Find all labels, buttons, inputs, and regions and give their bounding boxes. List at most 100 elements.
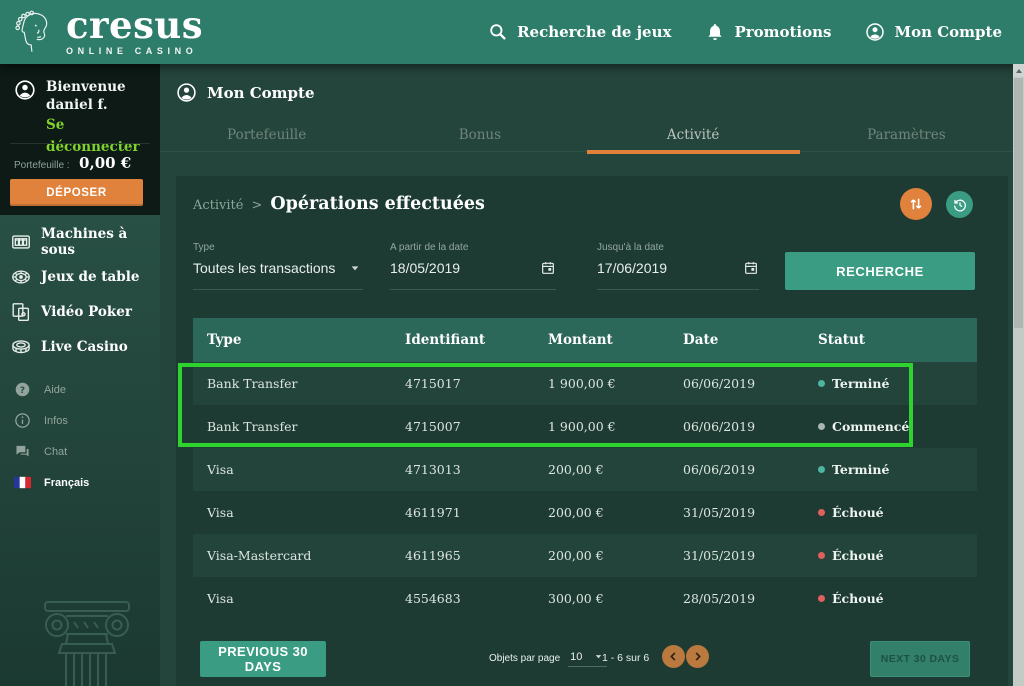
activity-panel: Activité > Opérations effectuées Type To…	[176, 176, 1008, 686]
pagination-range: 1 - 6 sur 6	[602, 652, 649, 664]
calendar-icon[interactable]	[743, 260, 759, 276]
breadcrumb: Activité > Opérations effectuées	[193, 194, 485, 214]
wallet-balance: 0,00 €	[79, 154, 131, 172]
top-nav: Recherche de jeux Promotions Mon Compte	[488, 0, 1002, 64]
cell-amount: 200,00 €	[548, 548, 683, 563]
sidebar-item-flag-fr[interactable]: Français	[0, 467, 160, 498]
sidebar-item-info[interactable]: Infos	[0, 405, 160, 436]
welcome-text: Bienvenue	[46, 79, 126, 95]
sidebar-item-label: Jeux de table	[41, 269, 139, 285]
tab-activite[interactable]: Activité	[587, 122, 800, 151]
nav-item-account[interactable]: Mon Compte	[865, 22, 1002, 42]
bell-icon	[705, 22, 725, 42]
cell-type: Visa	[207, 505, 405, 520]
cresus-casino-app: cresus ONLINE CASINO Recherche de jeux P…	[0, 0, 1024, 686]
account-icon	[176, 82, 197, 103]
cell-id: 4611971	[405, 505, 548, 520]
cell-type: Bank Transfer	[207, 419, 405, 434]
flag-fr-icon	[14, 474, 31, 491]
cell-type: Visa-Mastercard	[207, 548, 405, 563]
wallet-label: Portefeuille :	[14, 160, 70, 171]
date-from-label: A partir de la date	[390, 242, 556, 253]
column-header: Statut	[818, 332, 977, 348]
table-row[interactable]: Bank Transfer 4715007 1 900,00 € 06/06/2…	[193, 405, 977, 448]
deposit-button[interactable]: DÉPOSER	[10, 179, 143, 206]
date-from-value: 18/05/2019	[390, 260, 460, 276]
up-down-arrows-icon	[907, 195, 925, 213]
history-button[interactable]	[946, 191, 973, 218]
table-row[interactable]: Visa-Mastercard 4611965 200,00 € 31/05/2…	[193, 534, 977, 577]
cell-amount: 200,00 €	[548, 462, 683, 477]
scrollbar-up-arrow[interactable]	[1013, 64, 1024, 77]
sidebar-item-help[interactable]: ? Aide	[0, 374, 160, 405]
table-row[interactable]: Visa 4554683 300,00 € 28/05/2019 Échoué	[193, 577, 977, 620]
sidebar-item-label: Vidéo Poker	[41, 304, 132, 320]
table-row[interactable]: Bank Transfer 4715017 1 900,00 € 06/06/2…	[193, 362, 977, 405]
history-clock-icon	[952, 197, 968, 213]
items-per-page-value: 10	[570, 651, 582, 663]
sidebar-item-label: Machines à sous	[41, 226, 160, 258]
cell-type: Visa	[207, 462, 405, 477]
table-row[interactable]: Visa 4713013 200,00 € 06/06/2019 Terminé	[193, 448, 977, 491]
column-header: Identifiant	[405, 332, 548, 348]
chevron-down-icon	[347, 260, 363, 276]
cell-status: Échoué	[818, 591, 977, 606]
tab-bonus[interactable]: Bonus	[373, 122, 586, 151]
cell-status: Échoué	[818, 505, 977, 520]
breadcrumb-parent[interactable]: Activité	[193, 198, 243, 213]
nav-item-bell[interactable]: Promotions	[705, 22, 831, 42]
scrollbar[interactable]	[1013, 64, 1024, 686]
sidebar-item-cards[interactable]: Vidéo Poker	[0, 294, 160, 329]
tab-portefeuille[interactable]: Portefeuille	[160, 122, 373, 151]
chat-icon	[14, 443, 31, 460]
table-body: Bank Transfer 4715017 1 900,00 € 06/06/2…	[193, 362, 977, 620]
date-to-input[interactable]: Jusqu'à la date 17/06/2019	[597, 242, 759, 290]
sidebar-item-chat[interactable]: Chat	[0, 436, 160, 467]
chip-icon	[10, 336, 32, 358]
sidebar-item-chip[interactable]: Live Casino	[0, 329, 160, 364]
cell-amount: 1 900,00 €	[548, 376, 683, 391]
column-header: Type	[207, 332, 405, 348]
tab-parametres[interactable]: Paramètres	[800, 122, 1013, 151]
account-header: Mon Compte	[176, 82, 315, 103]
info-icon	[14, 412, 31, 429]
cell-date: 31/05/2019	[683, 548, 818, 563]
scrollbar-thumb[interactable]	[1014, 78, 1023, 328]
laurel-head-icon	[12, 8, 56, 56]
status-dot	[818, 466, 825, 473]
transactions-table: TypeIdentifiantMontantDateStatut Bank Tr…	[193, 318, 977, 620]
transaction-type-select[interactable]: Type Toutes les transactions	[193, 242, 363, 290]
next-30-days-button[interactable]: NEXT 30 DAYS	[870, 641, 970, 677]
cell-id: 4611965	[405, 548, 548, 563]
user-avatar-icon	[14, 79, 36, 101]
cell-status: Commencé	[818, 419, 977, 434]
sidebar-item-label: Live Casino	[41, 339, 128, 355]
search-button[interactable]: RECHERCHE	[785, 252, 975, 290]
pagination-next-button[interactable]	[686, 645, 709, 668]
column-header: Date	[683, 332, 818, 348]
status-dot	[818, 552, 825, 559]
sidebar-item-roulette[interactable]: Jeux de table	[0, 259, 160, 294]
transactions-sort-button[interactable]	[900, 188, 932, 220]
cell-date: 28/05/2019	[683, 591, 818, 606]
date-from-input[interactable]: A partir de la date 18/05/2019	[390, 242, 556, 290]
date-to-label: Jusqu'à la date	[597, 242, 759, 253]
chevron-left-icon	[667, 650, 680, 663]
nav-item-label: Recherche de jeux	[517, 23, 671, 41]
main-content: Mon Compte PortefeuilleBonusActivitéPara…	[160, 64, 1013, 686]
username-text: daniel f.	[46, 97, 108, 113]
calendar-icon[interactable]	[540, 260, 556, 276]
sidebar-item-slot-machine[interactable]: Machines à sous	[0, 224, 160, 259]
sidebar-menu: Machines à sous Jeux de table Vidéo Poke…	[0, 224, 160, 364]
pagination-previous-button[interactable]	[662, 645, 685, 668]
cell-date: 06/06/2019	[683, 419, 818, 434]
account-icon	[865, 22, 885, 42]
nav-item-search[interactable]: Recherche de jeux	[488, 22, 671, 42]
cell-date: 06/06/2019	[683, 376, 818, 391]
type-label: Type	[193, 242, 363, 253]
previous-30-days-button[interactable]: PREVIOUS 30 DAYS	[200, 641, 326, 677]
logout-link[interactable]: Se déconnecter	[46, 117, 140, 155]
top-header: cresus ONLINE CASINO Recherche de jeux P…	[0, 0, 1024, 64]
table-row[interactable]: Visa 4611971 200,00 € 31/05/2019 Échoué	[193, 491, 977, 534]
brand-logo[interactable]: cresus ONLINE CASINO	[12, 8, 203, 56]
